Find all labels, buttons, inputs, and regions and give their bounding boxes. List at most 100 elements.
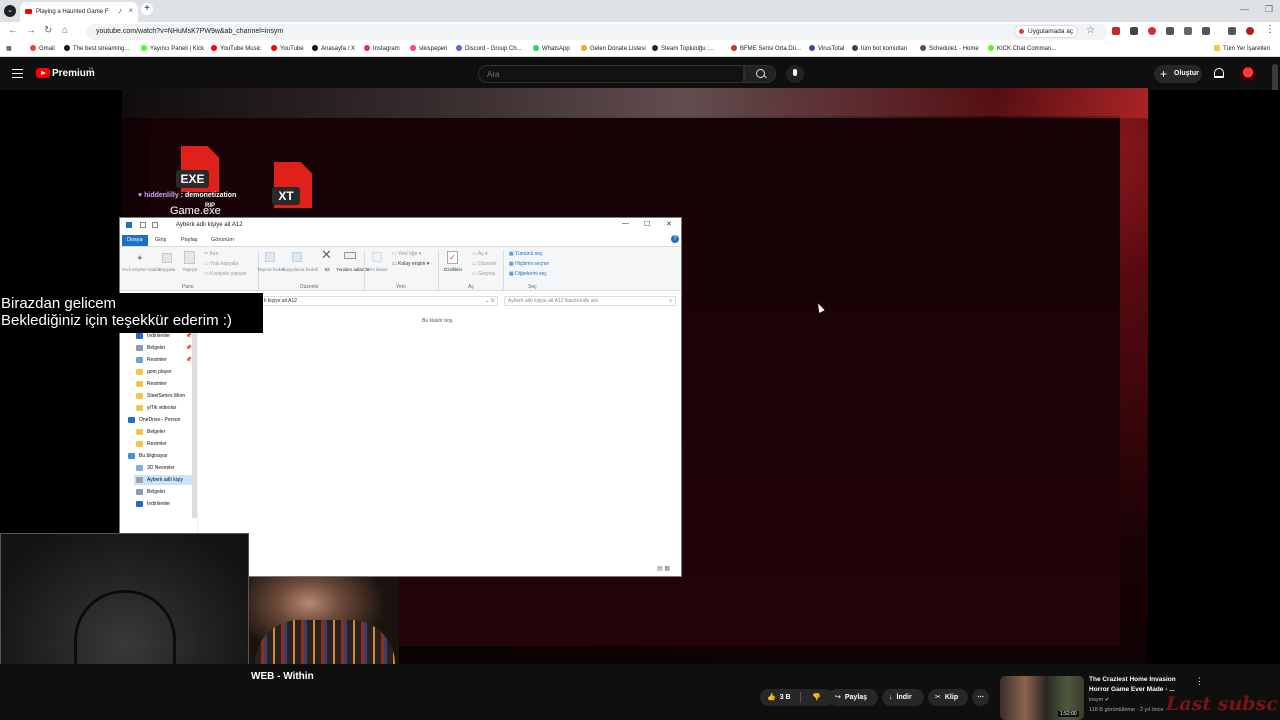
search-icon[interactable]	[744, 65, 776, 83]
nav-item[interactable]: OneDrive - Person	[126, 415, 184, 425]
easy-access-button[interactable]: ▭ Kolay erişim ▾	[392, 261, 429, 267]
share-button[interactable]: ↪ Paylaş	[828, 689, 878, 706]
tab-close-icon[interactable]: ×	[128, 6, 133, 15]
like-count[interactable]: 3 B	[780, 694, 791, 701]
minimize-icon[interactable]: —	[622, 220, 629, 227]
nav-item[interactable]: Belgeler	[134, 487, 192, 497]
bookmark[interactable]: YouTube	[271, 45, 304, 52]
nav-item[interactable]: 3D Nesneler	[134, 463, 192, 473]
recommended-title[interactable]: The Craziest Home Invasion Horror Game E…	[1089, 675, 1189, 695]
minimize-icon[interactable]: —	[1240, 4, 1249, 14]
recommended-menu-icon[interactable]: ⋮	[1195, 676, 1204, 687]
youtube-logo-icon[interactable]	[36, 68, 50, 78]
shield-icon[interactable]	[1184, 27, 1192, 35]
invert-selection-button[interactable]: ▦ Diğerlerini seç	[509, 271, 547, 277]
speaker-icon[interactable]: ♪	[118, 6, 122, 15]
bookmark[interactable]: Gmail	[30, 45, 55, 52]
avatar[interactable]	[1240, 66, 1256, 82]
extension-icon[interactable]	[1148, 27, 1156, 35]
nav-item[interactable]: Ayberk adlı kişiy	[134, 475, 192, 485]
home-icon[interactable]: ⌂	[62, 25, 68, 36]
nav-item[interactable]: Resimler 📌	[134, 355, 192, 365]
bookmark[interactable]: WhatsApp	[533, 45, 570, 52]
bookmark[interactable]: tüm bot komutları	[852, 45, 907, 52]
navigation-scrollbar[interactable]	[192, 328, 197, 518]
tab-file[interactable]: Dosya	[122, 235, 148, 246]
address-bar[interactable]: youtube.com/watch?v=NHuMsK7PW9w&ab_chann…	[86, 24, 1108, 40]
move-to-button[interactable]: Taşıma hedefi	[257, 267, 285, 273]
extension-icon[interactable]	[1112, 27, 1120, 35]
bookmark[interactable]: BFME Serisi Orta Dü...	[731, 45, 801, 52]
back-icon[interactable]: ←	[8, 25, 18, 36]
bookmark[interactable]: Steam Topluluğu :...	[652, 45, 714, 52]
edit-button[interactable]: ▭ Düzenle	[472, 261, 496, 267]
recommended-channel[interactable]: insym ✔	[1089, 697, 1110, 703]
copy-button[interactable]: Kopyala	[155, 267, 179, 273]
maximize-icon[interactable]: ☐	[644, 220, 650, 228]
address-controls-icon[interactable]: ⌄ ↻	[485, 297, 495, 305]
hamburger-menu-icon[interactable]	[12, 69, 23, 78]
bookmark[interactable]: Schedule1 - Home	[920, 45, 979, 52]
help-icon[interactable]: ?	[671, 235, 679, 243]
open-button[interactable]: ▭ Aç ▾	[472, 251, 488, 257]
forward-icon[interactable]: →	[26, 25, 36, 36]
tab-active[interactable]: Playing a Haunted Game F ♪ ×	[20, 2, 138, 22]
new-item-button[interactable]: ▭ Yeni öğe ▾	[392, 251, 421, 257]
nav-item[interactable]: Resimler	[134, 439, 192, 449]
nav-item[interactable]: Belgeler	[134, 427, 192, 437]
restore-icon[interactable]: ❐	[1265, 4, 1273, 15]
paste-button[interactable]: Yapıştır	[178, 267, 202, 273]
select-none-button[interactable]: ▦ Hiçbirini seçme	[509, 261, 549, 267]
bookmark[interactable]: sikispeperi	[410, 45, 447, 52]
bookmark[interactable]: Yayıncı Paneli | Kick	[141, 45, 204, 52]
microphone-icon[interactable]	[786, 65, 804, 83]
explorer-address-bar[interactable]: lı kişiye ait A12 ⌄ ↻	[260, 296, 498, 306]
bookmark[interactable]: Instagram	[364, 45, 400, 52]
media-icon[interactable]	[1228, 27, 1236, 35]
rename-button[interactable]: Yeniden adlandır	[336, 267, 370, 273]
select-all-button[interactable]: ▦ Tümünü seç	[509, 251, 543, 257]
file-explorer-window[interactable]: Ayberk adlı kişiye ait A12 — ☐ ✕ Dosya G…	[119, 217, 682, 577]
more-actions-icon[interactable]: ⋯	[972, 689, 989, 706]
create-button[interactable]: Oluştur	[1154, 65, 1202, 83]
nav-item[interactable]: Resimler	[134, 379, 192, 389]
extension-icon[interactable]	[1166, 27, 1174, 35]
puzzle-icon[interactable]	[1202, 27, 1210, 35]
download-button[interactable]: ↓ İndir	[882, 689, 924, 706]
nav-item[interactable]: ytTik videolar	[134, 403, 192, 413]
star-icon[interactable]: ☆	[1086, 25, 1095, 36]
nav-item[interactable]: Belgeler 📌	[134, 343, 192, 353]
tab-share[interactable]: Paylaş	[176, 235, 203, 246]
profile-icon[interactable]	[1246, 27, 1254, 35]
like-icon[interactable]: 👍	[767, 689, 776, 706]
nav-item[interactable]: Bu bilgisayar	[126, 451, 184, 461]
delete-button[interactable]: Sil	[316, 267, 338, 273]
clip-button[interactable]: ✂ Klip	[928, 689, 968, 706]
bookmark[interactable]: VirusTotal	[809, 45, 844, 52]
apps-icon[interactable]: ▦	[6, 45, 12, 52]
new-folder-button[interactable]: Yeni klasör	[365, 267, 389, 273]
view-toggle-icons[interactable]: ▤ ▦	[657, 565, 670, 572]
dislike-icon[interactable]: 👎	[812, 689, 821, 706]
new-tab-button[interactable]: +	[141, 3, 153, 15]
nav-item[interactable]: İndirilenler	[134, 499, 192, 509]
quick-access-icon[interactable]	[140, 222, 146, 228]
bookmark[interactable]: YouTube Music	[211, 45, 261, 52]
open-in-app-button[interactable]: Uygulamada aç	[1014, 25, 1078, 38]
menu-dots-icon[interactable]: ⋮	[1265, 24, 1275, 35]
close-icon[interactable]: ✕	[666, 220, 672, 228]
bookmark[interactable]: Discord - Group Ch...	[456, 45, 522, 52]
explorer-search-input[interactable]: Ayberk adlı kişiye ait A12 klasöründe ar…	[504, 296, 676, 306]
bookmark[interactable]: Gelen Donate Listesi	[581, 45, 646, 52]
tab-search-icon[interactable]: ⌄	[4, 5, 16, 17]
cut-button[interactable]: ✂ Kes	[204, 251, 218, 257]
all-bookmarks[interactable]: Tüm Yer İşaretleri	[1214, 45, 1270, 52]
extension-icon[interactable]	[1130, 27, 1138, 35]
reload-icon[interactable]: ↻	[44, 25, 52, 36]
search-input[interactable]	[478, 65, 744, 83]
nav-item[interactable]: SteelSeries Mom	[134, 391, 192, 401]
nav-item[interactable]: gom player	[134, 367, 192, 377]
bookmark[interactable]: Anasayfa / X	[312, 45, 355, 52]
history-button[interactable]: ▭ Geçmiş	[472, 271, 495, 277]
pin-quick-access-button[interactable]: Hızlı erişime sabitle	[122, 267, 161, 273]
